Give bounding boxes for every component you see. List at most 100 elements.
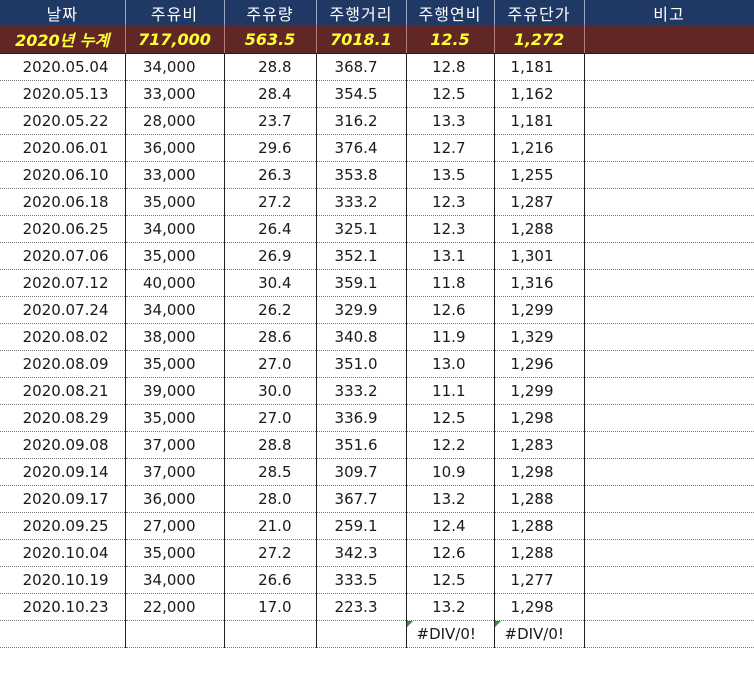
cell-cost[interactable]: 37,000 (125, 458, 225, 486)
cell-cost[interactable]: 34,000 (125, 215, 225, 243)
cell-date[interactable]: 2020.05.04 (0, 53, 126, 81)
cell-cost[interactable]: 35,000 (125, 188, 225, 216)
cell-efficiency[interactable]: 13.5 (406, 161, 495, 189)
cell-distance[interactable]: 352.1 (316, 242, 407, 270)
cell-unit-price[interactable]: 1,255 (494, 161, 585, 189)
cell-date[interactable]: 2020.06.25 (0, 215, 126, 243)
cell-note[interactable] (584, 242, 754, 270)
cell-unit-price[interactable]: 1,288 (494, 539, 585, 567)
cell-note[interactable] (584, 350, 754, 378)
cell-distance[interactable]: 333.2 (316, 188, 407, 216)
cell-amount[interactable]: 28.0 (224, 485, 317, 513)
total-note[interactable] (584, 25, 754, 54)
cell-cost[interactable]: 35,000 (125, 350, 225, 378)
cell-date[interactable]: 2020.10.19 (0, 566, 126, 594)
cell-note[interactable] (584, 296, 754, 324)
header-date[interactable]: 날짜 (0, 0, 126, 25)
cell-note[interactable] (584, 404, 754, 432)
header-amount[interactable]: 주유량 (224, 0, 317, 25)
cell-amount[interactable]: 28.6 (224, 323, 317, 351)
cell-amount[interactable]: 23.7 (224, 107, 317, 135)
total-amount[interactable]: 563.5 (224, 25, 317, 54)
cell-unit-price[interactable]: 1,216 (494, 134, 585, 162)
cell-unit-price[interactable]: 1,288 (494, 485, 585, 513)
cell-note[interactable] (584, 431, 754, 459)
cell-distance[interactable]: 353.8 (316, 161, 407, 189)
cell-amount[interactable] (224, 620, 317, 648)
cell-amount[interactable]: 30.0 (224, 377, 317, 405)
total-efficiency[interactable]: 12.5 (406, 25, 495, 54)
cell-efficiency[interactable]: 13.2 (406, 593, 495, 621)
cell-amount[interactable]: 28.8 (224, 53, 317, 81)
cell-note[interactable] (584, 134, 754, 162)
cell-amount[interactable]: 21.0 (224, 512, 317, 540)
cell-distance[interactable]: 376.4 (316, 134, 407, 162)
cell-unit-price[interactable]: 1,299 (494, 296, 585, 324)
cell-date[interactable]: 2020.07.06 (0, 242, 126, 270)
cell-date[interactable]: 2020.08.09 (0, 350, 126, 378)
cell-note[interactable] (584, 107, 754, 135)
cell-date[interactable]: 2020.07.24 (0, 296, 126, 324)
cell-efficiency[interactable]: 12.4 (406, 512, 495, 540)
cell-amount[interactable]: 26.4 (224, 215, 317, 243)
cell-efficiency[interactable]: 13.3 (406, 107, 495, 135)
cell-efficiency[interactable]: #DIV/0! (406, 620, 495, 648)
cell-date[interactable]: 2020.09.08 (0, 431, 126, 459)
cell-distance[interactable]: 259.1 (316, 512, 407, 540)
cell-unit-price[interactable]: 1,288 (494, 215, 585, 243)
cell-note[interactable] (584, 620, 754, 648)
cell-efficiency[interactable]: 11.8 (406, 269, 495, 297)
header-cost[interactable]: 주유비 (125, 0, 225, 25)
cell-date[interactable]: 2020.10.04 (0, 539, 126, 567)
cell-unit-price[interactable]: 1,181 (494, 53, 585, 81)
cell-cost[interactable]: 33,000 (125, 161, 225, 189)
cell-distance[interactable]: 325.1 (316, 215, 407, 243)
cell-cost[interactable]: 34,000 (125, 296, 225, 324)
header-unit-price[interactable]: 주유단가 (494, 0, 585, 25)
cell-amount[interactable]: 26.2 (224, 296, 317, 324)
cell-amount[interactable]: 26.3 (224, 161, 317, 189)
cell-cost[interactable]: 36,000 (125, 485, 225, 513)
cell-distance[interactable]: 329.9 (316, 296, 407, 324)
cell-amount[interactable]: 27.2 (224, 188, 317, 216)
cell-note[interactable] (584, 377, 754, 405)
header-distance[interactable]: 주행거리 (316, 0, 407, 25)
cell-efficiency[interactable]: 13.1 (406, 242, 495, 270)
cell-efficiency[interactable]: 12.2 (406, 431, 495, 459)
cell-amount[interactable]: 29.6 (224, 134, 317, 162)
cell-date[interactable]: 2020.08.21 (0, 377, 126, 405)
cell-note[interactable] (584, 161, 754, 189)
cell-distance[interactable]: 354.5 (316, 80, 407, 108)
cell-amount[interactable]: 28.8 (224, 431, 317, 459)
cell-date[interactable]: 2020.09.25 (0, 512, 126, 540)
cell-efficiency[interactable]: 12.5 (406, 80, 495, 108)
cell-unit-price[interactable]: 1,316 (494, 269, 585, 297)
cell-note[interactable] (584, 566, 754, 594)
cell-amount[interactable]: 27.0 (224, 350, 317, 378)
cell-unit-price[interactable]: 1,287 (494, 188, 585, 216)
cell-amount[interactable]: 26.9 (224, 242, 317, 270)
cell-note[interactable] (584, 458, 754, 486)
cell-unit-price[interactable]: 1,329 (494, 323, 585, 351)
cell-efficiency[interactable]: 12.5 (406, 566, 495, 594)
cell-amount[interactable]: 28.4 (224, 80, 317, 108)
cell-note[interactable] (584, 80, 754, 108)
cell-distance[interactable]: 309.7 (316, 458, 407, 486)
cell-cost[interactable]: 36,000 (125, 134, 225, 162)
cell-cost[interactable]: 38,000 (125, 323, 225, 351)
cell-note[interactable] (584, 512, 754, 540)
cell-cost[interactable]: 22,000 (125, 593, 225, 621)
cell-unit-price[interactable]: 1,298 (494, 458, 585, 486)
cell-note[interactable] (584, 323, 754, 351)
cell-amount[interactable]: 17.0 (224, 593, 317, 621)
cell-distance[interactable]: 333.5 (316, 566, 407, 594)
cell-unit-price[interactable]: 1,283 (494, 431, 585, 459)
cell-cost[interactable] (125, 620, 225, 648)
cell-unit-price[interactable]: 1,298 (494, 404, 585, 432)
cell-efficiency[interactable]: 12.5 (406, 404, 495, 432)
cell-efficiency[interactable]: 10.9 (406, 458, 495, 486)
cell-distance[interactable]: 342.3 (316, 539, 407, 567)
cell-efficiency[interactable]: 13.2 (406, 485, 495, 513)
cell-note[interactable] (584, 485, 754, 513)
cell-note[interactable] (584, 269, 754, 297)
